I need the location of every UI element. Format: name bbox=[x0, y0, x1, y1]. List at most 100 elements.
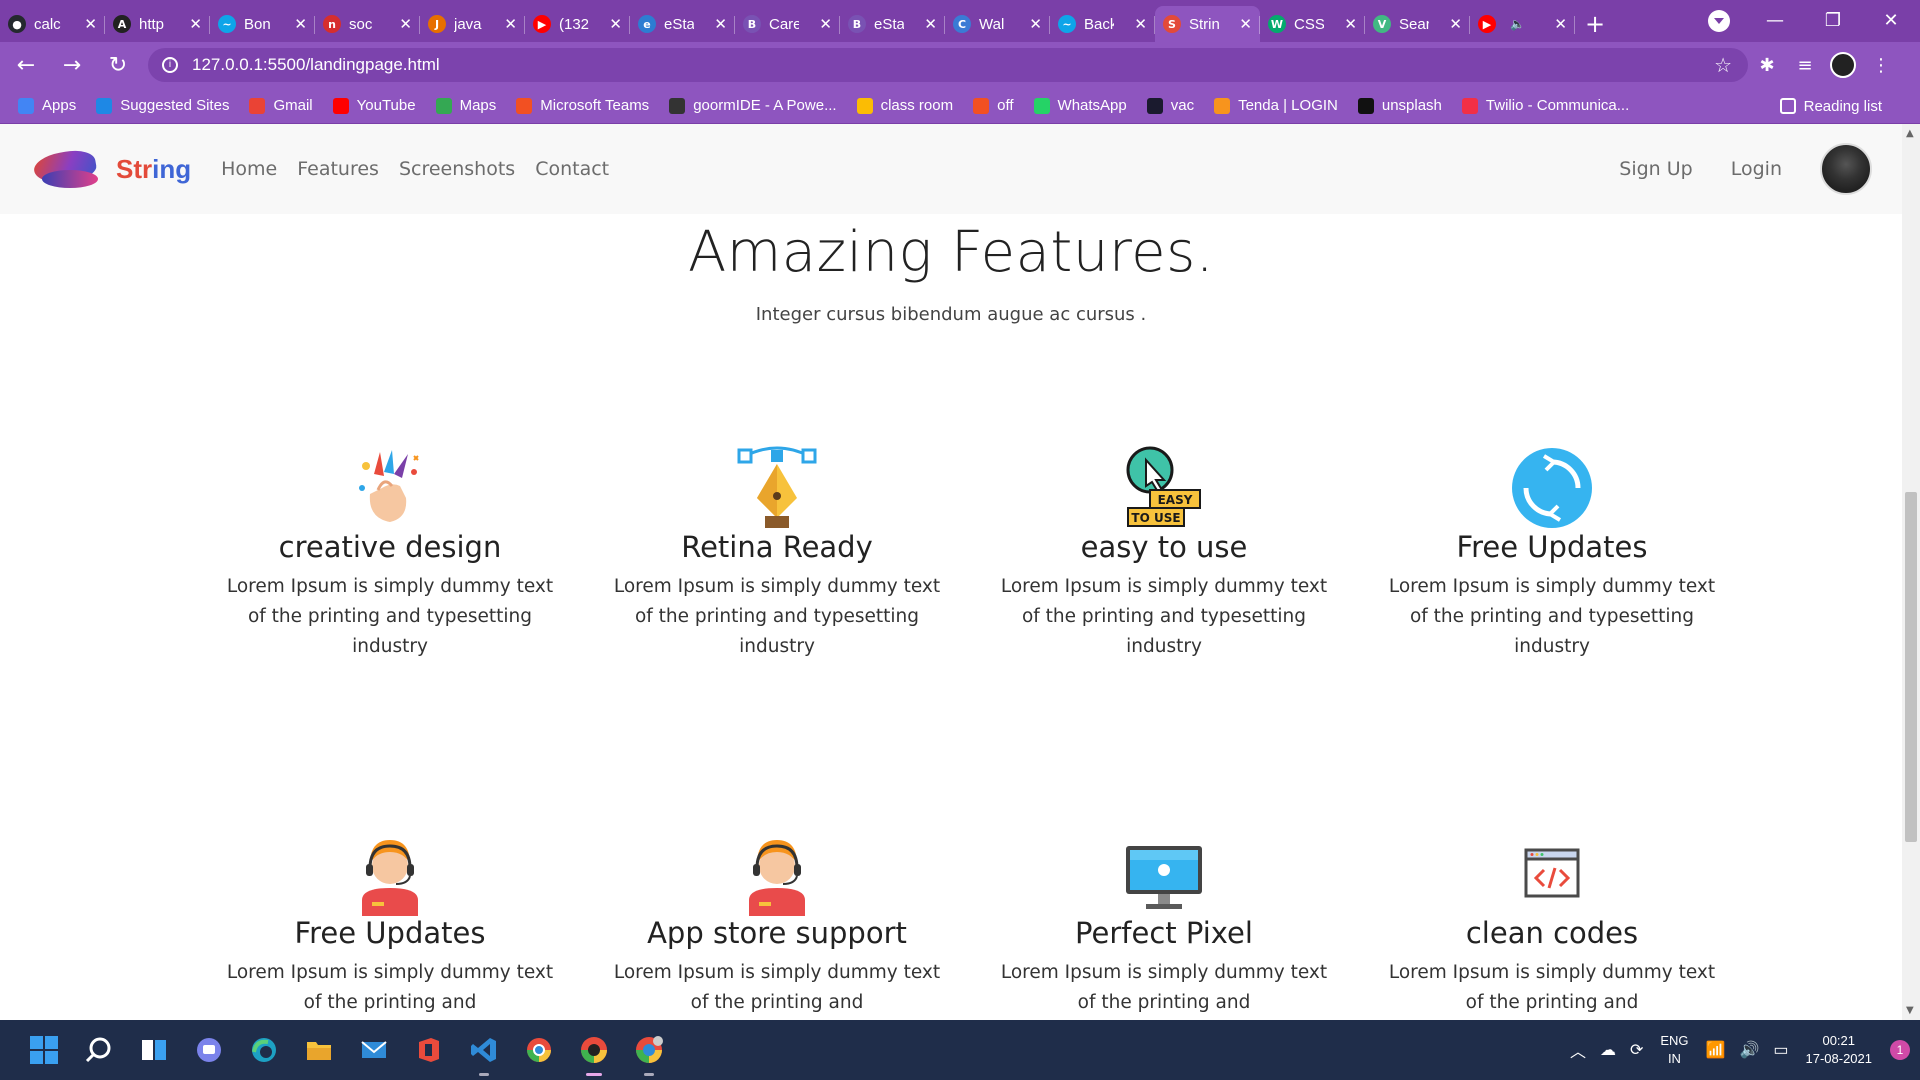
nav-link-contact[interactable]: Contact bbox=[535, 158, 609, 180]
tab-close-icon[interactable]: ✕ bbox=[84, 15, 97, 33]
chrome-profile-icon[interactable] bbox=[572, 1028, 616, 1076]
tab-close-icon[interactable]: ✕ bbox=[1344, 15, 1357, 33]
browser-tab[interactable]: Jjava ✕ bbox=[420, 6, 525, 42]
tab-close-icon[interactable]: ✕ bbox=[294, 15, 307, 33]
back-button[interactable]: ← bbox=[6, 53, 46, 78]
chevron-up-icon[interactable]: ︿ bbox=[1570, 1038, 1586, 1062]
tab-audio-icon[interactable]: 🔈 bbox=[1510, 17, 1525, 31]
user-avatar[interactable] bbox=[1820, 143, 1872, 195]
bookmark-item[interactable]: Apps bbox=[18, 97, 76, 114]
scrollbar-thumb[interactable] bbox=[1905, 492, 1917, 842]
tab-close-icon[interactable]: ✕ bbox=[504, 15, 517, 33]
page-viewport: String Home Features Screenshots Contact… bbox=[0, 124, 1902, 1020]
bookmark-item[interactable]: class room bbox=[856, 97, 953, 114]
tab-close-icon[interactable]: ✕ bbox=[714, 15, 727, 33]
browser-tab[interactable]: C Wal ✕ bbox=[945, 6, 1050, 42]
close-window-button[interactable]: ✕ bbox=[1862, 10, 1920, 31]
bookmark-item[interactable]: unsplash bbox=[1357, 97, 1442, 114]
browser-tab[interactable]: S Strin ✕ bbox=[1155, 6, 1260, 42]
new-tab-button[interactable]: + bbox=[1575, 10, 1615, 38]
browser-tab[interactable]: n soc ✕ bbox=[315, 6, 420, 42]
media-control-icon[interactable]: ≡ bbox=[1786, 55, 1824, 76]
forward-button[interactable]: → bbox=[52, 53, 92, 78]
teams-chat-icon[interactable] bbox=[187, 1028, 231, 1072]
reload-button[interactable]: ↻ bbox=[98, 53, 138, 78]
browser-tab[interactable]: Ahttp ✕ bbox=[105, 6, 210, 42]
feature-title: clean codes bbox=[1465, 916, 1639, 950]
browser-tab[interactable]: ▶ 🔈 ✕ bbox=[1470, 6, 1575, 42]
browser-tab[interactable]: ~ Back ✕ bbox=[1050, 6, 1155, 42]
bookmark-item[interactable]: off bbox=[973, 97, 1014, 114]
bookmark-star-icon[interactable]: ☆ bbox=[1714, 53, 1732, 78]
nav-link-features[interactable]: Features bbox=[297, 158, 379, 180]
bookmark-item[interactable]: vac bbox=[1146, 97, 1194, 114]
bookmark-item[interactable]: Microsoft Teams bbox=[516, 97, 649, 114]
tab-close-icon[interactable]: ✕ bbox=[819, 15, 832, 33]
tab-close-icon[interactable]: ✕ bbox=[189, 15, 202, 33]
language-indicator[interactable]: ENG IN bbox=[1660, 1032, 1688, 1068]
wifi-icon[interactable]: 📶 bbox=[1706, 1040, 1726, 1060]
browser-tab[interactable]: V Sear ✕ bbox=[1365, 6, 1470, 42]
onedrive-icon[interactable]: ☁ bbox=[1600, 1040, 1616, 1060]
nav-link-screenshots[interactable]: Screenshots bbox=[399, 158, 515, 180]
mail-icon[interactable] bbox=[352, 1028, 396, 1072]
menu-kebab-icon[interactable]: ⋮ bbox=[1862, 55, 1900, 76]
extensions-icon[interactable]: ✱ bbox=[1748, 55, 1786, 76]
bookmark-item[interactable]: YouTube bbox=[332, 97, 416, 114]
chrome-profile-2-icon[interactable] bbox=[627, 1028, 671, 1076]
tab-favicon-icon: ▶ bbox=[1478, 15, 1496, 33]
clock[interactable]: 00:21 17-08-2021 bbox=[1806, 1032, 1873, 1068]
page-scrollbar[interactable]: ▲ ▼ bbox=[1902, 124, 1920, 1020]
scroll-down-arrow[interactable]: ▼ bbox=[1906, 1005, 1914, 1016]
site-info-icon[interactable]: i bbox=[162, 57, 178, 73]
nav-link-home[interactable]: Home bbox=[221, 158, 277, 180]
battery-icon[interactable]: ▭ bbox=[1773, 1040, 1788, 1060]
volume-icon[interactable]: 🔊 bbox=[1739, 1040, 1759, 1060]
restore-button[interactable]: ❐ bbox=[1804, 10, 1862, 31]
brand-name[interactable]: String bbox=[116, 154, 191, 185]
string-logo[interactable] bbox=[31, 144, 102, 194]
scroll-up-arrow[interactable]: ▲ bbox=[1906, 128, 1914, 139]
browser-tab[interactable]: W CSS ✕ bbox=[1260, 6, 1365, 42]
bookmark-favicon-icon bbox=[516, 97, 533, 114]
tab-close-icon[interactable]: ✕ bbox=[609, 15, 622, 33]
reading-list-button[interactable]: Reading list bbox=[1779, 98, 1882, 115]
office-icon[interactable] bbox=[407, 1028, 451, 1072]
browser-tab[interactable]: BeSta ✕ bbox=[840, 6, 945, 42]
file-explorer-icon[interactable] bbox=[297, 1028, 341, 1072]
vscode-icon[interactable] bbox=[462, 1028, 506, 1076]
browser-tab[interactable]: ▶ (132 ✕ bbox=[525, 6, 630, 42]
signup-link[interactable]: Sign Up bbox=[1619, 158, 1692, 180]
tab-search-button[interactable] bbox=[1708, 10, 1730, 32]
chrome-icon[interactable] bbox=[517, 1028, 561, 1072]
browser-tab[interactable]: B Care ✕ bbox=[735, 6, 840, 42]
profile-avatar[interactable] bbox=[1830, 52, 1856, 78]
bookmark-item[interactable]: Tenda | LOGIN bbox=[1214, 97, 1338, 114]
start-button[interactable] bbox=[22, 1028, 66, 1072]
bookmark-item[interactable]: Suggested Sites bbox=[96, 97, 229, 114]
minimize-button[interactable]: — bbox=[1746, 10, 1804, 31]
tab-close-icon[interactable]: ✕ bbox=[1554, 15, 1567, 33]
bookmark-item[interactable]: goormIDE - A Powe... bbox=[669, 97, 837, 114]
browser-tab[interactable]: e eSta ✕ bbox=[630, 6, 735, 42]
task-view-icon[interactable] bbox=[132, 1028, 176, 1072]
browser-tab[interactable]: ~ Bon ✕ bbox=[210, 6, 315, 42]
bookmark-item[interactable]: Maps bbox=[435, 97, 496, 114]
bookmark-item[interactable]: Twilio - Communica... bbox=[1461, 97, 1629, 114]
search-icon[interactable] bbox=[77, 1028, 121, 1072]
tab-close-icon[interactable]: ✕ bbox=[399, 15, 412, 33]
tab-close-icon[interactable]: ✕ bbox=[1029, 15, 1042, 33]
tab-close-icon[interactable]: ✕ bbox=[1449, 15, 1462, 33]
login-link[interactable]: Login bbox=[1731, 158, 1782, 180]
tab-close-icon[interactable]: ✕ bbox=[1239, 15, 1252, 33]
sync-icon[interactable]: ⟳ bbox=[1630, 1040, 1643, 1060]
tab-close-icon[interactable]: ✕ bbox=[1134, 15, 1147, 33]
browser-tab[interactable]: ● calc ✕ bbox=[0, 6, 105, 42]
address-bar[interactable]: i 127.0.0.1:5500/landingpage.html ☆ bbox=[148, 48, 1748, 82]
tab-favicon-icon: A bbox=[113, 15, 131, 33]
bookmark-item[interactable]: WhatsApp bbox=[1033, 97, 1127, 114]
tab-close-icon[interactable]: ✕ bbox=[924, 15, 937, 33]
edge-icon[interactable] bbox=[242, 1028, 286, 1072]
bookmark-item[interactable]: Gmail bbox=[249, 97, 313, 114]
notification-badge[interactable]: 1 bbox=[1890, 1040, 1910, 1060]
